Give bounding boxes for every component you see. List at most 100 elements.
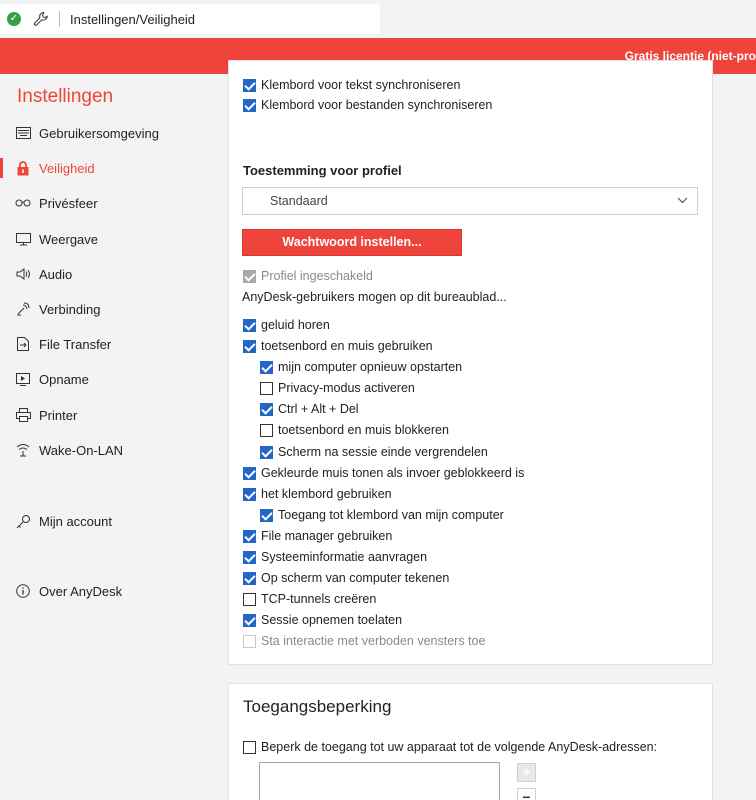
permission-option[interactable]: Gekleurde muis tonen als invoer geblokke… (243, 466, 524, 480)
sidebar-item-label: Verbinding (39, 301, 101, 317)
permission-option[interactable]: toetsenbord en muis gebruiken (243, 339, 433, 353)
sidebar-item-label: Printer (39, 407, 78, 423)
users-may-text: AnyDesk-gebruikers mogen op dit bureaubl… (242, 290, 507, 304)
sync-text-option[interactable]: Klembord voor tekst synchroniseren (243, 78, 460, 92)
permission-option[interactable]: Scherm na sessie einde vergrendelen (260, 445, 488, 459)
glasses-icon (15, 195, 31, 211)
permission-checkbox[interactable] (243, 487, 256, 501)
permission-checkbox[interactable] (260, 423, 273, 437)
permission-option[interactable]: File manager gebruiken (243, 529, 392, 543)
sidebar-item-label: Gebruikersomgeving (39, 125, 159, 141)
permission-option[interactable]: TCP-tunnels creëren (243, 592, 376, 606)
sidebar-item-label: Audio (39, 266, 73, 282)
connection-icon (15, 301, 31, 317)
option-label: Scherm na sessie einde vergrendelen (278, 445, 488, 459)
sidebar-item-privesfeer[interactable]: Privésfeer (0, 189, 210, 217)
tab-title: Instellingen/Veiligheid (70, 11, 196, 27)
option-label: Sessie opnemen toelaten (261, 613, 403, 627)
permission-checkbox[interactable] (243, 466, 256, 480)
option-label: Beperk de toegang tot uw apparaat tot de… (261, 740, 658, 754)
permission-checkbox[interactable] (243, 339, 256, 353)
option-label: Klembord voor tekst synchroniseren (261, 78, 461, 92)
sync-files-option[interactable]: Klembord voor bestanden synchroniseren (243, 98, 492, 112)
add-address-button[interactable]: + (517, 763, 536, 782)
permission-option: Sta interactie met verboden vensters toe (243, 634, 485, 648)
profile-select[interactable]: Standaard (242, 187, 698, 215)
remove-address-button[interactable]: − (517, 788, 536, 800)
permission-checkbox (243, 634, 256, 648)
lock-icon (15, 160, 31, 176)
option-label: Profiel ingeschakeld (261, 269, 373, 283)
option-label: Sta interactie met verboden vensters toe (261, 634, 486, 648)
recording-icon (15, 371, 31, 387)
permission-option[interactable]: Privacy-modus activeren (260, 381, 415, 395)
set-password-button[interactable]: Wachtwoord instellen... (242, 229, 462, 256)
sidebar-item-weergave[interactable]: Weergave (0, 225, 210, 253)
permission-option[interactable]: het klembord gebruiken (243, 487, 392, 501)
option-label: Systeeminformatie aanvragen (261, 550, 428, 564)
option-label: geluid horen (261, 318, 330, 332)
sidebar-item-file-transfer[interactable]: File Transfer (0, 330, 210, 358)
permission-option[interactable]: Sessie opnemen toelaten (243, 613, 402, 627)
sidebar-item-opname[interactable]: Opname (0, 365, 210, 393)
sidebar-item-veiligheid[interactable]: Veiligheid (0, 154, 210, 182)
wrench-icon (33, 11, 48, 26)
permission-option[interactable]: Systeeminformatie aanvragen (243, 550, 427, 564)
profile-enabled-checkbox (243, 269, 256, 283)
option-label: mijn computer opnieuw opstarten (278, 360, 463, 374)
sidebar-item-label: File Transfer (39, 336, 112, 352)
permission-checkbox[interactable] (260, 508, 273, 522)
file-icon (15, 336, 31, 352)
option-label: Klembord voor bestanden synchroniseren (261, 98, 493, 112)
sidebar-item-verbinding[interactable]: Verbinding (0, 295, 210, 323)
sync-text-checkbox[interactable] (243, 78, 256, 92)
address-list[interactable] (259, 762, 500, 800)
restrict-access-option[interactable]: Beperk de toegang tot uw apparaat tot de… (243, 740, 657, 754)
permission-option[interactable]: Ctrl + Alt + Del (260, 402, 359, 416)
key-icon (15, 513, 31, 529)
sidebar-item-mijn-account[interactable]: Mijn account (0, 507, 210, 535)
permission-checkbox[interactable] (243, 571, 256, 585)
sidebar-item-label: Wake-On-LAN (39, 442, 124, 458)
option-label: Ctrl + Alt + Del (278, 402, 359, 416)
restrict-access-checkbox[interactable] (243, 740, 256, 754)
profile-select-value: Standaard (270, 194, 328, 208)
settings-sidebar: Instellingen Gebruikersomgeving Veilighe… (0, 74, 210, 800)
option-label: het klembord gebruiken (261, 487, 392, 501)
permission-checkbox[interactable] (243, 613, 256, 627)
wifi-icon (15, 442, 31, 458)
permission-checkbox[interactable] (260, 445, 273, 459)
tab-settings-security[interactable]: ✓ Instellingen/Veiligheid (0, 4, 380, 34)
profile-section-title: Toestemming voor profiel (243, 163, 402, 178)
permission-option[interactable]: Op scherm van computer tekenen (243, 571, 449, 585)
permission-option[interactable]: toetsenbord en muis blokkeren (260, 423, 449, 437)
speaker-icon (15, 266, 31, 282)
sidebar-item-gebruikersomgeving[interactable]: Gebruikersomgeving (0, 119, 210, 147)
connected-check-icon: ✓ (7, 12, 21, 26)
sidebar-item-label: Opname (39, 371, 89, 387)
tab-separator (59, 11, 60, 27)
sidebar-item-label: Weergave (39, 231, 99, 247)
sidebar-item-label: Mijn account (39, 513, 112, 529)
permission-checkbox[interactable] (243, 529, 256, 543)
permission-option[interactable]: Toegang tot klembord van mijn computer (260, 508, 504, 522)
access-section-title: Toegangsbeperking (243, 697, 392, 716)
permission-checkbox[interactable] (243, 318, 256, 332)
permission-checkbox[interactable] (243, 592, 256, 606)
permission-checkbox[interactable] (260, 381, 273, 395)
sidebar-item-printer[interactable]: Printer (0, 401, 210, 429)
permission-option[interactable]: geluid horen (243, 318, 330, 332)
option-label: Toegang tot klembord van mijn computer (278, 508, 504, 522)
sidebar-item-audio[interactable]: Audio (0, 260, 210, 288)
sidebar-item-label: Over AnyDesk (39, 583, 123, 599)
permission-checkbox[interactable] (260, 360, 273, 374)
sync-files-checkbox[interactable] (243, 98, 256, 112)
permission-checkbox[interactable] (260, 402, 273, 416)
option-label: Privacy-modus activeren (278, 381, 415, 395)
sidebar-heading: Instellingen (17, 86, 114, 107)
permission-option[interactable]: mijn computer opnieuw opstarten (260, 360, 462, 374)
permission-checkbox[interactable] (243, 550, 256, 564)
sidebar-item-over-anydesk[interactable]: Over AnyDesk (0, 577, 210, 605)
sidebar-item-wake-on-lan[interactable]: Wake-On-LAN (0, 436, 210, 464)
monitor-icon (15, 231, 31, 247)
